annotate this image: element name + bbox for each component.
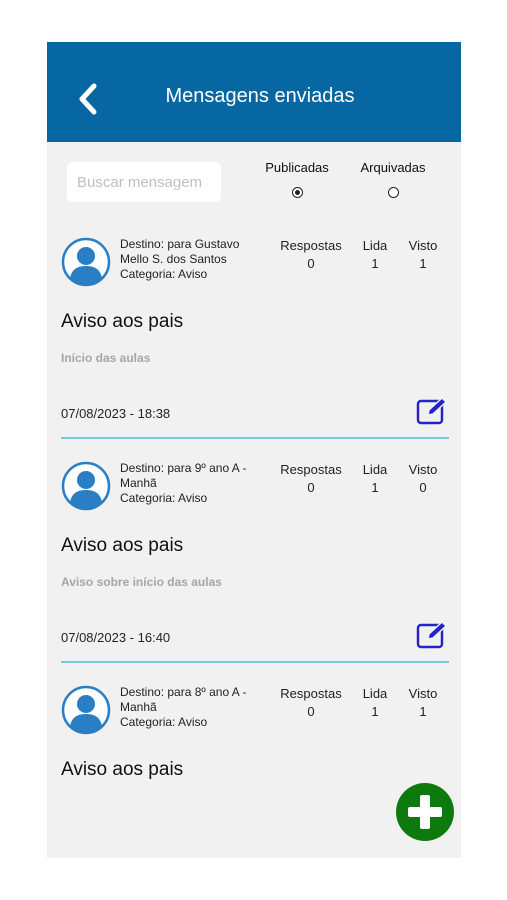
- message-destination: Destino: para Gustavo Mello S. dos Santo…: [120, 237, 260, 282]
- app-header: Mensagens enviadas: [47, 42, 461, 142]
- page-title: Mensagens enviadas: [165, 85, 355, 107]
- category-text: Categoria: Aviso: [120, 715, 208, 729]
- filter-published-label: Publicadas: [265, 160, 329, 175]
- stat-read: Lida 1: [357, 461, 393, 497]
- stat-read-label: Lida: [362, 238, 388, 253]
- edit-icon: [416, 621, 447, 649]
- message-subtitle: Início das aulas: [61, 351, 151, 365]
- stat-seen-label: Visto: [408, 462, 438, 477]
- category-text: Categoria: Aviso: [120, 491, 208, 505]
- stat-read: Lida 1: [357, 685, 393, 721]
- filter-published-radio[interactable]: [291, 187, 303, 198]
- stat-replies: Respostas 0: [275, 237, 347, 273]
- stat-replies-value: 0: [307, 704, 315, 719]
- message-title: Aviso aos pais: [61, 311, 184, 332]
- filter-archived[interactable]: Arquivadas: [348, 160, 438, 198]
- message-destination: Destino: para 9º ano A - Manhã Categoria…: [120, 461, 260, 506]
- message-subtitle: Aviso sobre início das aulas: [61, 575, 222, 589]
- stat-seen-label: Visto: [408, 238, 438, 253]
- edit-button[interactable]: [416, 396, 450, 426]
- user-avatar-icon: [61, 685, 111, 735]
- stat-replies-label: Respostas: [280, 238, 342, 253]
- stat-replies-value: 0: [307, 256, 315, 271]
- app-screen: Mensagens enviadas Publicadas Arquivadas…: [47, 42, 461, 858]
- stat-seen-value: 1: [419, 704, 427, 719]
- stat-seen-value: 0: [419, 480, 427, 495]
- filter-archived-radio[interactable]: [387, 187, 399, 198]
- stat-replies-value: 0: [307, 480, 315, 495]
- message-title: Aviso aos pais: [61, 535, 184, 556]
- card-divider: [61, 661, 449, 663]
- stat-seen-value: 1: [419, 256, 427, 271]
- category-text: Categoria: Aviso: [120, 267, 208, 281]
- stat-read: Lida 1: [357, 237, 393, 273]
- filter-published[interactable]: Publicadas: [252, 160, 342, 198]
- edit-button[interactable]: [416, 620, 450, 650]
- stat-seen: Visto 1: [404, 237, 442, 273]
- edit-icon: [416, 397, 447, 425]
- stat-replies: Respostas 0: [275, 685, 347, 721]
- add-message-button[interactable]: [396, 783, 454, 841]
- card-divider: [61, 437, 449, 439]
- stat-replies-label: Respostas: [280, 686, 342, 701]
- stat-read-label: Lida: [362, 462, 388, 477]
- stat-read-value: 1: [371, 256, 379, 271]
- destination-text: Destino: para 8º ano A - Manhã: [120, 685, 247, 714]
- stat-replies: Respostas 0: [275, 461, 347, 497]
- stat-read-value: 1: [371, 480, 379, 495]
- stat-seen: Visto 1: [404, 685, 442, 721]
- destination-text: Destino: para 9º ano A - Manhã: [120, 461, 247, 490]
- user-avatar-icon: [61, 461, 111, 511]
- message-destination: Destino: para 8º ano A - Manhã Categoria…: [120, 685, 260, 730]
- message-date: 07/08/2023 - 18:38: [61, 406, 171, 421]
- user-avatar-icon: [61, 237, 111, 287]
- search-input[interactable]: [67, 162, 221, 202]
- stat-seen: Visto 0: [404, 461, 442, 497]
- filter-archived-label: Arquivadas: [360, 160, 426, 175]
- stat-read-value: 1: [371, 704, 379, 719]
- message-date: 07/08/2023 - 16:40: [61, 630, 171, 645]
- stat-replies-label: Respostas: [280, 462, 342, 477]
- stat-seen-label: Visto: [408, 686, 438, 701]
- destination-text: Destino: para Gustavo Mello S. dos Santo…: [120, 237, 240, 266]
- stat-read-label: Lida: [362, 686, 388, 701]
- message-title: Aviso aos pais: [61, 759, 184, 780]
